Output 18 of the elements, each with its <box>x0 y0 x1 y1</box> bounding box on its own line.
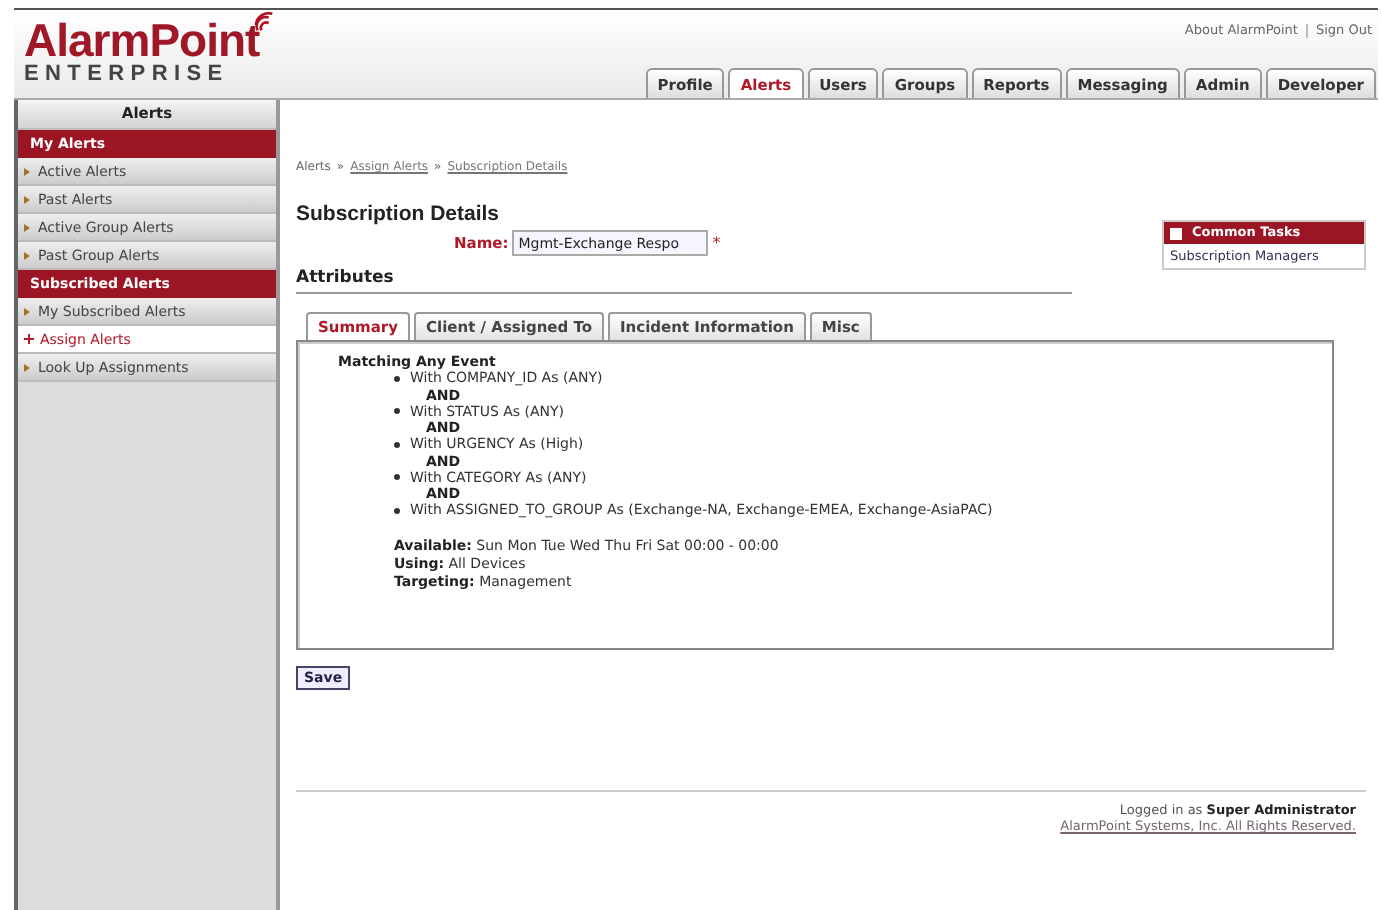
logo-text: AlarmPoint <box>24 18 260 64</box>
bullet-icon <box>394 474 400 481</box>
arrow-icon <box>24 363 30 371</box>
bullet-icon <box>394 507 400 514</box>
arrow-icon <box>24 223 30 231</box>
page-title: Subscription Details <box>296 202 500 226</box>
bullet-icon <box>394 441 400 448</box>
arrow-icon <box>24 307 30 315</box>
arrow-icon <box>24 195 30 203</box>
section-title: Attributes <box>296 268 1072 294</box>
logo-subtitle: ENTERPRISE <box>24 64 231 86</box>
arrow-icon <box>24 167 30 175</box>
collapse-icon[interactable] <box>1170 227 1182 239</box>
bullet-icon <box>394 408 400 415</box>
arrow-icon <box>24 251 30 259</box>
bullet-icon <box>394 375 400 382</box>
plus-icon <box>24 334 34 344</box>
required-mark: * <box>712 234 721 252</box>
